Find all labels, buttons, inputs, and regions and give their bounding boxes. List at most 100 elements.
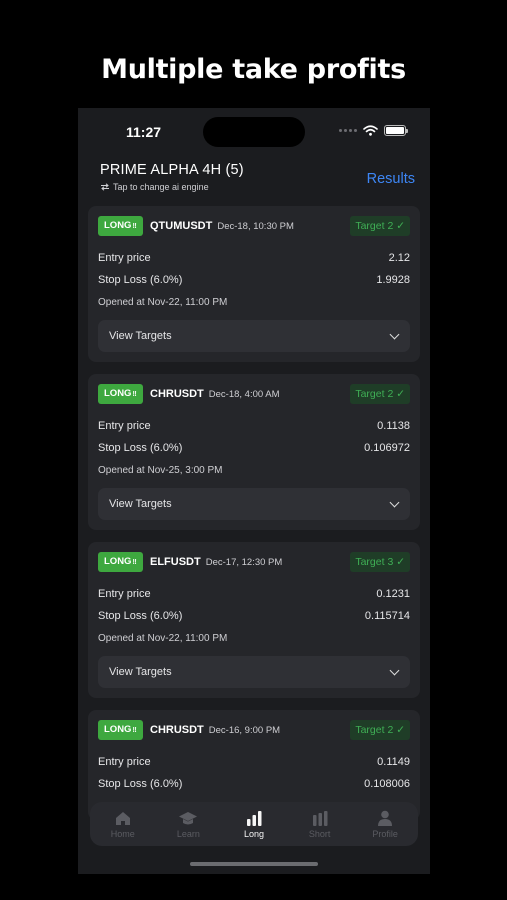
target-badge: Target 2 ✓ [350,384,410,404]
stop-loss-label: Stop Loss (6.0%) [98,274,183,286]
card-header: LONG‼ CHRUSDT Dec-16, 9:00 PM Target 2 ✓ [98,720,410,740]
long-badge: LONG‼ [98,720,143,740]
phone-screen: 11:27 PRIME ALPHA 4H (5) Tap to change a… [78,108,430,874]
pair-name: QTUMUSDT [150,220,213,232]
entry-price-value: 0.1231 [376,588,410,600]
stop-loss-value: 0.108006 [364,778,410,790]
signal-card[interactable]: LONG‼ CHRUSDT Dec-18, 4:00 AM Target 2 ✓ Ent… [88,374,420,530]
tab-label: Home [110,828,135,839]
bottom-tab-bar: Home Learn Long Short Profile [90,802,418,846]
status-time: 11:27 [126,124,162,140]
home-icon [115,811,130,825]
stop-loss-row: Stop Loss (6.0%) 1.9928 [98,274,410,286]
target-badge: Target 2 ✓ [350,720,410,740]
signal-card[interactable]: LONG‼ QTUMUSDT Dec-18, 10:30 PM Target 2 ✓ E… [88,206,420,362]
stop-loss-label: Stop Loss (6.0%) [98,778,183,790]
tab-short[interactable]: Short [290,810,350,839]
pair-symbol: ELFUSDT Dec-17, 12:30 PM [150,556,282,568]
entry-price-row: Entry price 0.1231 [98,588,410,600]
long-badge-label: LONG [104,388,132,399]
view-targets-label: View Targets [109,666,172,678]
signal-date: Dec-17, 12:30 PM [205,557,283,568]
target-badge: Target 3 ✓ [350,552,410,572]
stop-loss-row: Stop Loss (6.0%) 0.108006 [98,778,410,790]
home-indicator [190,862,318,866]
stop-loss-value: 1.9928 [376,274,410,286]
entry-price-label: Entry price [98,252,151,264]
view-targets-label: View Targets [109,330,172,342]
signal-date: Dec-16, 9:00 PM [208,725,281,736]
view-targets-button[interactable]: View Targets [98,488,410,520]
signal-card[interactable]: LONG‼ ELFUSDT Dec-17, 12:30 PM Target 3 ✓ En… [88,542,420,698]
alert-icon: ‼ [132,559,137,566]
long-badge-label: LONG [104,556,132,567]
entry-price-row: Entry price 2.12 [98,252,410,264]
cellular-signal-icon [339,129,357,132]
page-headline: Multiple take profits [101,54,406,85]
chevron-down-icon [389,497,400,507]
pair-name: CHRUSDT [150,724,204,736]
stop-loss-value: 0.106972 [364,442,410,454]
tab-learn[interactable]: Learn [158,810,218,839]
alert-icon: ‼ [132,223,137,230]
pair-symbol: CHRUSDT Dec-16, 9:00 PM [150,724,280,736]
entry-price-label: Entry price [98,588,151,600]
view-targets-button[interactable]: View Targets [98,656,410,688]
engine-title[interactable]: PRIME ALPHA 4H (5) [100,162,244,178]
long-badge-label: LONG [104,724,132,735]
entry-price-row: Entry price 0.1149 [98,756,410,768]
entry-price-row: Entry price 0.1138 [98,420,410,432]
pair-name: CHRUSDT [150,388,204,400]
swap-arrows-icon [101,183,109,191]
stop-loss-row: Stop Loss (6.0%) 0.106972 [98,442,410,454]
long-badge: LONG‼ [98,384,143,404]
wifi-icon [363,125,378,136]
bars-up-icon [246,810,262,826]
engine-switch[interactable]: Tap to change ai engine [100,182,209,192]
view-targets-label: View Targets [109,498,172,510]
opened-at: Opened at Nov-25, 3:00 PM [98,465,223,476]
battery-icon [384,125,408,136]
opened-at: Opened at Nov-22, 11:00 PM [98,297,228,308]
card-header: LONG‼ QTUMUSDT Dec-18, 10:30 PM Target 2 ✓ [98,216,410,236]
signal-date: Dec-18, 4:00 AM [208,389,280,400]
status-icons [339,125,408,136]
view-targets-button[interactable]: View Targets [98,320,410,352]
bars-down-icon [312,810,328,826]
stop-loss-row: Stop Loss (6.0%) 0.115714 [98,610,410,622]
chevron-down-icon [389,665,400,675]
stop-loss-value: 0.115714 [364,610,410,622]
card-header: LONG‼ ELFUSDT Dec-17, 12:30 PM Target 3 ✓ [98,552,410,572]
card-header: LONG‼ CHRUSDT Dec-18, 4:00 AM Target 2 ✓ [98,384,410,404]
target-badge: Target 2 ✓ [350,216,410,236]
engine-subtitle: Tap to change ai engine [113,182,209,192]
opened-at: Opened at Nov-22, 11:00 PM [98,633,228,644]
entry-price-value: 2.12 [388,252,410,264]
pair-symbol: CHRUSDT Dec-18, 4:00 AM [150,388,280,400]
entry-price-label: Entry price [98,756,151,768]
entry-price-value: 0.1149 [377,756,410,768]
tab-label: Learn [176,828,200,839]
tab-label: Long [243,828,264,839]
tab-home[interactable]: Home [93,810,153,839]
tab-label: Short [308,828,331,839]
long-badge: LONG‼ [98,216,143,236]
tab-profile[interactable]: Profile [355,810,415,839]
signal-date: Dec-18, 10:30 PM [217,221,294,232]
pair-symbol: QTUMUSDT Dec-18, 10:30 PM [150,220,294,232]
long-badge-label: LONG [104,220,132,231]
entry-price-label: Entry price [98,420,151,432]
chevron-down-icon [389,329,400,339]
tab-long[interactable]: Long [224,810,284,839]
stop-loss-label: Stop Loss (6.0%) [98,442,183,454]
graduation-cap-icon [179,811,198,824]
results-link[interactable]: Results [367,171,415,187]
alert-icon: ‼ [132,727,137,734]
entry-price-value: 0.1138 [377,420,410,432]
stop-loss-label: Stop Loss (6.0%) [98,610,183,622]
pair-name: ELFUSDT [150,556,201,568]
user-icon [378,810,393,826]
alert-icon: ‼ [132,391,137,398]
dynamic-island [203,117,305,147]
long-badge: LONG‼ [98,552,143,572]
